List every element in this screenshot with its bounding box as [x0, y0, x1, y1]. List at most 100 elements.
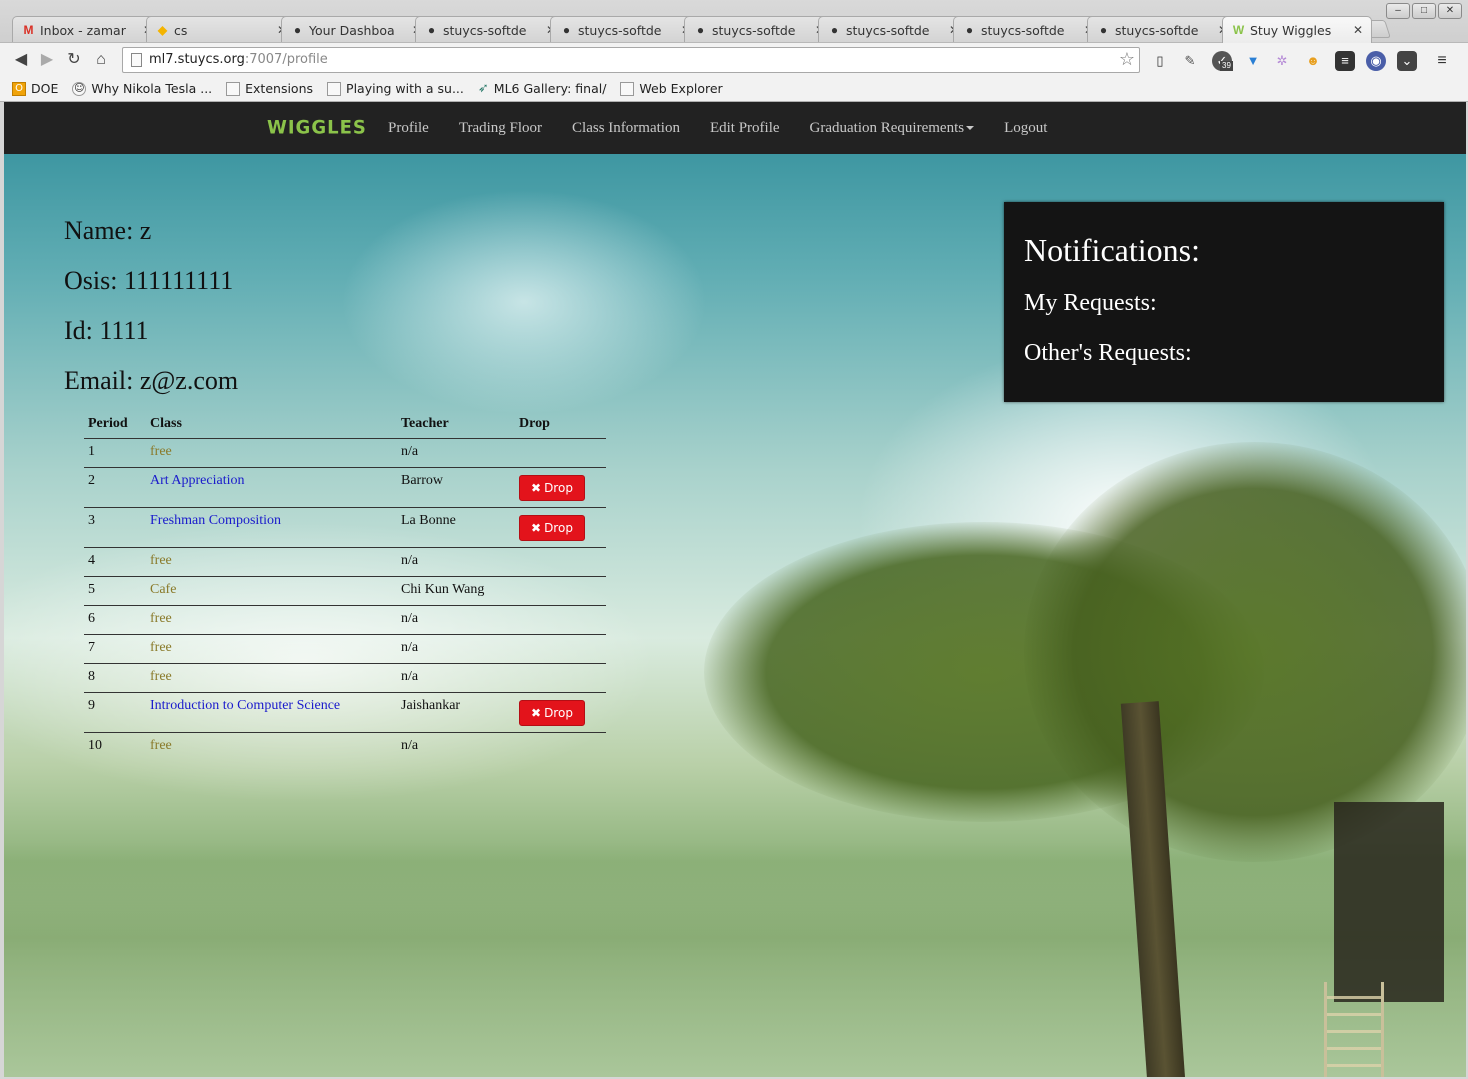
drop-cell: ✖ Drop — [515, 507, 606, 548]
globe-icon[interactable]: ◉ — [1366, 51, 1386, 71]
tab-github[interactable]: ● stuycs-softde ✕ — [415, 16, 565, 43]
drop-button[interactable]: ✖ Drop — [519, 475, 585, 501]
tab-github[interactable]: ● stuycs-softde ✕ — [953, 16, 1103, 43]
extension-badge-icon[interactable]: ✓39 — [1212, 51, 1233, 71]
background-meadow — [4, 842, 1466, 1077]
period-cell: 1 — [84, 438, 146, 468]
tab-github[interactable]: ● stuycs-softde ✕ — [550, 16, 700, 43]
bird-icon: ➶ — [477, 81, 489, 96]
table-row: 9 Introduction to Computer Science Jaishan… — [84, 692, 606, 733]
reload-icon[interactable]: ↻ — [63, 49, 85, 71]
tab-github-dashboard[interactable]: ● Your Dashboa ✕ — [281, 16, 431, 43]
forward-icon[interactable]: ▶ — [36, 49, 58, 71]
page-icon — [131, 53, 142, 67]
maximize-icon[interactable]: □ — [1412, 3, 1436, 19]
nav-profile[interactable]: Profile — [388, 120, 429, 137]
drop-button-label: Drop — [544, 706, 573, 720]
nav-trading-floor[interactable]: Trading Floor — [459, 120, 542, 137]
profile-email: Email: z@z.com — [64, 366, 239, 395]
close-icon[interactable]: ✕ — [1353, 23, 1363, 37]
profile-osis: Osis: 111111111 — [64, 266, 234, 295]
table-row: 6 free n/a — [84, 605, 606, 635]
drop-cell: ✖ Drop — [515, 467, 606, 508]
close-window-icon[interactable]: ✕ — [1438, 3, 1462, 19]
minimize-icon[interactable]: – — [1386, 3, 1410, 19]
class-cell: Art Appreciation — [146, 467, 397, 508]
tab-github[interactable]: ● stuycs-softde ✕ — [1087, 16, 1237, 43]
wiggles-logo[interactable]: WIGGLES — [267, 116, 367, 138]
teacher-cell: n/a — [397, 547, 515, 577]
class-name: free — [150, 611, 172, 626]
table-row: 4 free n/a — [84, 547, 606, 577]
github-icon: ● — [696, 23, 705, 37]
class-link[interactable]: Art Appreciation — [150, 473, 244, 488]
bookmark-ml6-gallery[interactable]: ➶ ML6 Gallery: final/ — [478, 81, 607, 96]
profile-name: Name: z — [64, 216, 152, 245]
bookmark-tesla[interactable]: ☺ Why Nikola Tesla ... — [72, 81, 212, 96]
nav-edit-profile[interactable]: Edit Profile — [710, 120, 780, 137]
drop-cell — [515, 663, 606, 693]
table-row: 10 free n/a — [84, 733, 606, 762]
column-header-teacher: Teacher — [397, 412, 515, 439]
tab-stuy-wiggles[interactable]: W Stuy Wiggles ✕ — [1222, 16, 1372, 43]
background-treehouse — [1334, 802, 1444, 1002]
notifications-panel: Notifications: My Requests: Other's Requ… — [1004, 202, 1444, 402]
page-icon — [226, 81, 241, 96]
nav-graduation-requirements[interactable]: Graduation Requirements — [810, 120, 975, 137]
pinwheel-icon[interactable]: ✲ — [1272, 51, 1292, 71]
cat-icon[interactable]: ☻ — [1303, 51, 1323, 71]
bookmark-manager-icon[interactable]: ▯ — [1150, 51, 1170, 71]
class-cell: Introduction to Computer Science — [146, 692, 397, 733]
profile-info: Name: z Osis: 111111111 Id: 1111 Email: … — [64, 214, 238, 414]
teacher-cell: n/a — [397, 438, 515, 468]
teacher-cell: Chi Kun Wang — [397, 576, 515, 606]
class-name: free — [150, 640, 172, 655]
drop-button[interactable]: ✖ Drop — [519, 515, 585, 541]
diamond-icon[interactable]: ▼ — [1243, 51, 1263, 71]
menu-icon[interactable]: ≡ — [1432, 51, 1452, 71]
period-cell: 5 — [84, 576, 146, 606]
class-name: free — [150, 444, 172, 459]
column-header-class: Class — [146, 412, 397, 439]
class-cell: free — [146, 634, 397, 664]
bookmark-doe[interactable]: O DOE — [12, 81, 58, 96]
tab-github[interactable]: ● stuycs-softde ✕ — [818, 16, 968, 43]
tab-gmail[interactable]: M Inbox - zamar ✕ — [12, 16, 162, 43]
eyedropper-icon[interactable]: ✎ — [1180, 51, 1200, 71]
drop-cell — [515, 605, 606, 635]
teacher-cell: n/a — [397, 634, 515, 664]
drop-cell — [515, 547, 606, 577]
bookmark-extensions[interactable]: Extensions — [226, 81, 313, 96]
bookmark-playing[interactable]: Playing with a su... — [327, 81, 464, 96]
github-icon: ● — [427, 23, 436, 37]
address-bar[interactable]: ml7.stuycs.org:7007/profile ☆ — [122, 47, 1140, 73]
window-controls: – □ ✕ — [1386, 3, 1462, 19]
table-header-row: Period Class Teacher Drop — [84, 412, 606, 439]
bookmark-star-icon[interactable]: ☆ — [1119, 48, 1135, 72]
pocket-icon[interactable]: ⌄ — [1397, 51, 1417, 71]
back-icon[interactable]: ◀ — [10, 49, 32, 71]
tab-drive[interactable]: ◆ cs ✕ — [146, 16, 296, 43]
github-icon: ● — [965, 23, 974, 37]
others-requests-heading: Other's Requests: — [1024, 340, 1192, 366]
teacher-cell: n/a — [397, 605, 515, 635]
class-cell: free — [146, 605, 397, 635]
notifications-title: Notifications: — [1024, 232, 1200, 268]
tab-github[interactable]: ● stuycs-softde ✕ — [684, 16, 834, 43]
my-requests-heading: My Requests: — [1024, 290, 1157, 316]
class-link[interactable]: Freshman Composition — [150, 513, 281, 528]
background-ladder — [1324, 982, 1384, 1077]
drop-cell — [515, 634, 606, 664]
bookmark-web-explorer[interactable]: Web Explorer — [620, 81, 723, 96]
drop-cell — [515, 576, 606, 606]
home-icon[interactable]: ⌂ — [90, 49, 112, 71]
drive-icon: ◆ — [157, 23, 168, 37]
class-link[interactable]: Introduction to Computer Science — [150, 698, 340, 713]
list-icon[interactable]: ≡ — [1335, 51, 1355, 71]
period-cell: 4 — [84, 547, 146, 577]
nav-logout[interactable]: Logout — [1004, 120, 1047, 137]
drop-button-label: Drop — [544, 521, 573, 535]
nav-class-information[interactable]: Class Information — [572, 120, 680, 137]
site-navbar: WIGGLES Profile Trading Floor Class Info… — [4, 102, 1466, 154]
drop-button[interactable]: ✖ Drop — [519, 700, 585, 726]
